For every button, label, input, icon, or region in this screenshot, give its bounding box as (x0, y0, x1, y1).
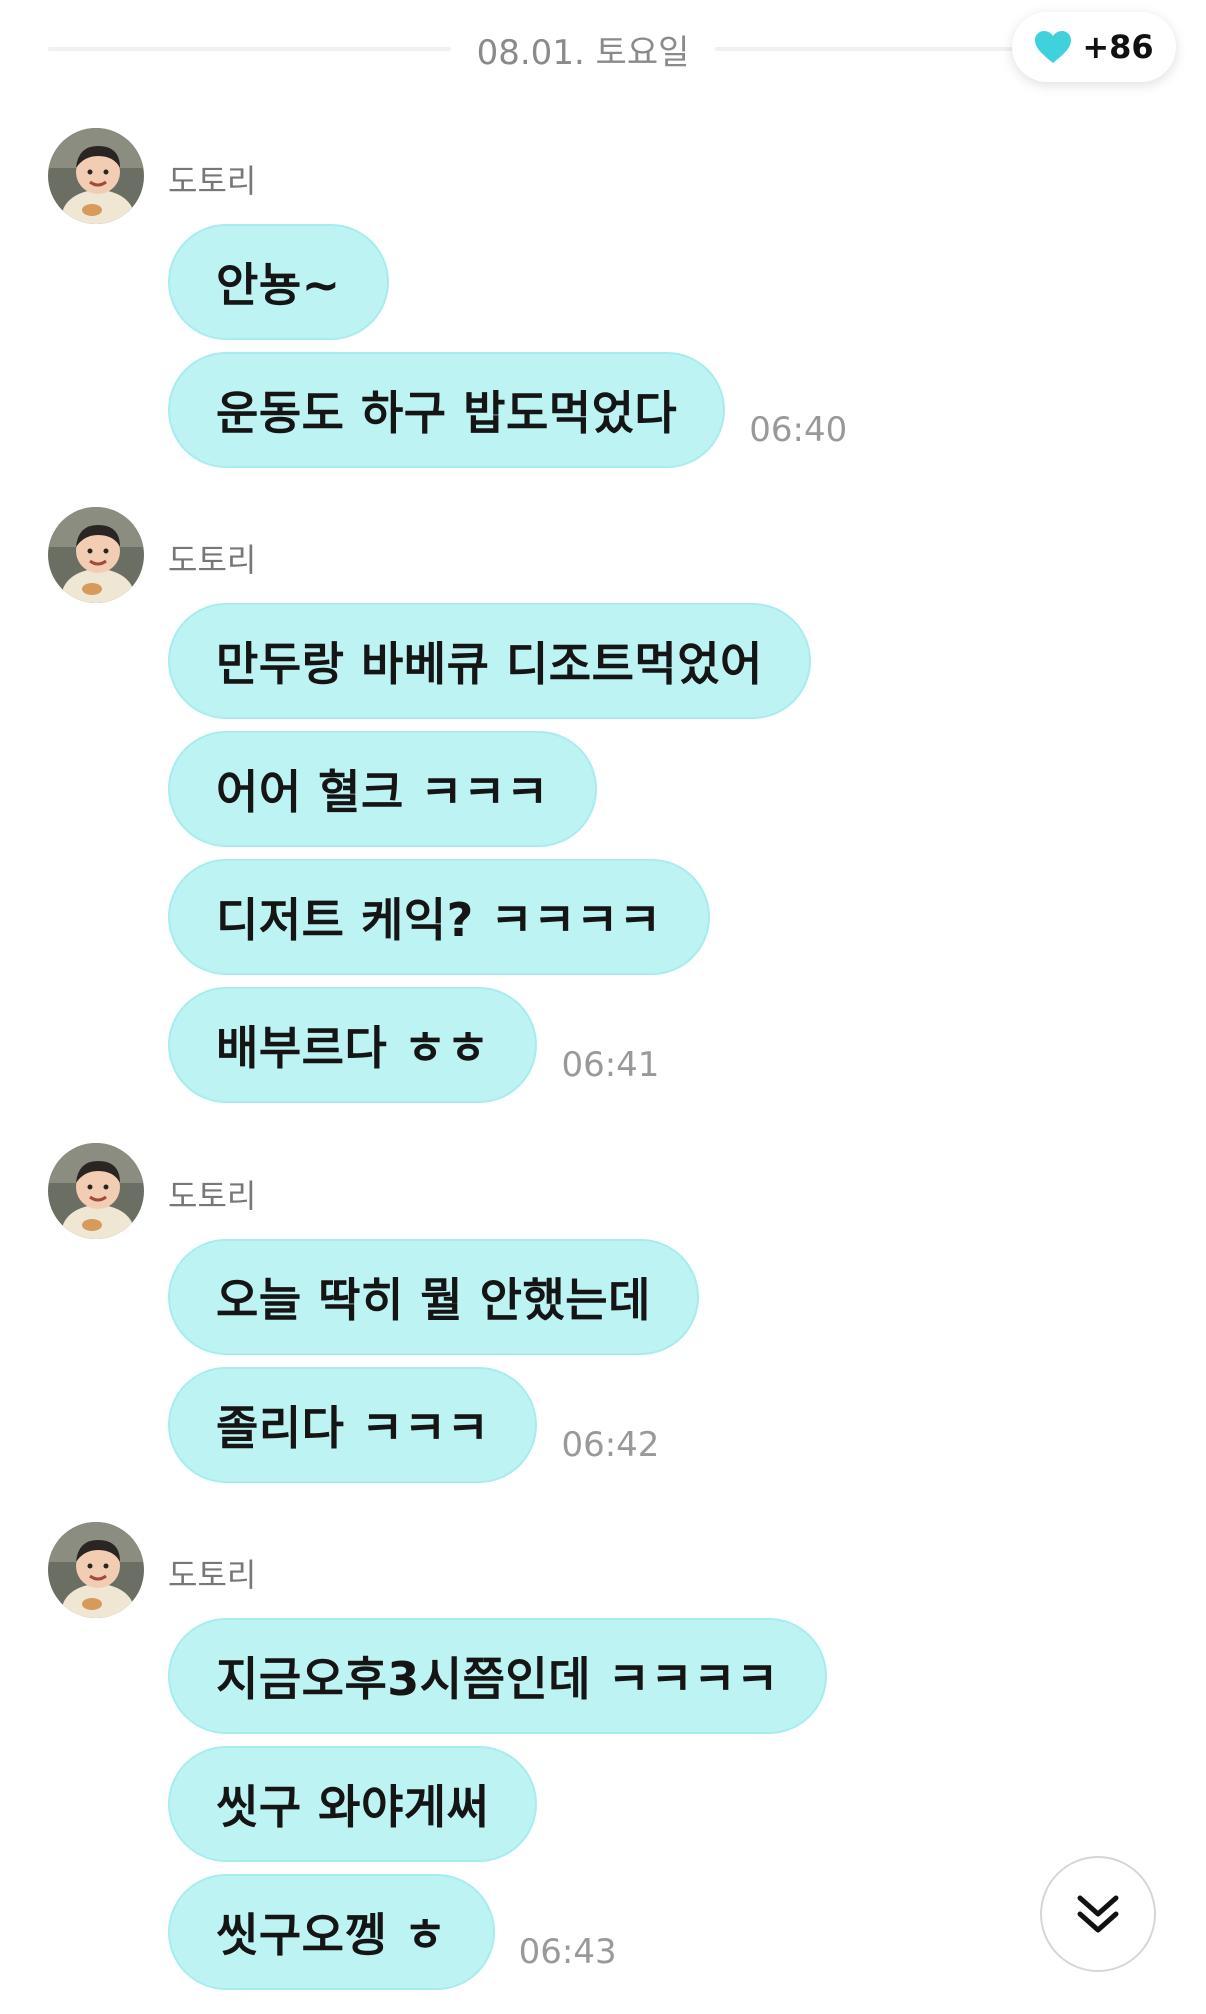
profile-photo (48, 1522, 144, 1618)
message-bubble[interactable]: 디저트 케익? ㅋㅋㅋㅋ (168, 859, 710, 975)
profile-photo (48, 128, 144, 224)
avatar[interactable] (48, 1522, 144, 1618)
message-row: 오늘 딱히 뭘 안했는데 (168, 1239, 699, 1355)
message-row: 안뇽~ (168, 224, 389, 340)
avatar[interactable] (48, 128, 144, 224)
message-bubble[interactable]: 씻구 와야게써 (168, 1746, 538, 1862)
heart-count: +86 (1082, 28, 1154, 66)
message-time: 06:41 (561, 1045, 660, 1085)
message-row: 운동도 하구 밥도먹었다 06:40 (168, 352, 847, 468)
message-bubble[interactable]: 졸리다 ㅋㅋㅋ (168, 1367, 538, 1483)
heart-icon (1035, 31, 1072, 63)
sender-name: 도토리 (168, 541, 257, 579)
message-time: 06:40 (749, 410, 848, 450)
message-bubble[interactable]: 어어 혈크 ㅋㅋㅋ (168, 731, 597, 847)
message-bubble[interactable]: 배부르다 ㅎㅎ (168, 987, 538, 1103)
profile-photo (48, 1143, 144, 1239)
avatar[interactable] (48, 1143, 144, 1239)
message-bubble[interactable]: 안뇽~ (168, 224, 389, 340)
date-divider: 08.01. 토요일 (48, 20, 1158, 78)
message-row: 디저트 케익? ㅋㅋㅋㅋ (168, 859, 710, 975)
message-row: 배부르다 ㅎㅎ 06:41 (168, 987, 659, 1103)
message-bubble[interactable]: 만두랑 바베큐 디조트먹었어 (168, 603, 811, 719)
message-row: 지금오후3시쯤인데 ㅋㅋㅋㅋ (168, 1618, 827, 1734)
message-bubble[interactable]: 오늘 딱히 뭘 안했는데 (168, 1239, 699, 1355)
message-bubble[interactable]: 지금오후3시쯤인데 ㅋㅋㅋㅋ (168, 1618, 827, 1734)
message-row: 만두랑 바베큐 디조트먹었어 (168, 603, 811, 719)
message-row: 씻구오껭 ㅎ 06:43 (168, 1874, 617, 1990)
sender-name: 도토리 (168, 1556, 257, 1594)
scroll-to-bottom-button[interactable] (1040, 1856, 1156, 1972)
message-bubble[interactable]: 씻구오껭 ㅎ (168, 1874, 495, 1990)
message-row: 졸리다 ㅋㅋㅋ 06:42 (168, 1367, 659, 1483)
message-time: 06:43 (518, 1932, 617, 1972)
sender-name: 도토리 (168, 162, 257, 200)
date-label: 08.01. 토요일 (476, 32, 690, 73)
message-bubble[interactable]: 운동도 하구 밥도먹었다 (168, 352, 726, 468)
message-row: 어어 혈크 ㅋㅋㅋ (168, 731, 597, 847)
message-row: 씻구 와야게써 (168, 1746, 538, 1862)
profile-photo (48, 507, 144, 603)
message-time: 06:42 (561, 1425, 660, 1465)
avatar[interactable] (48, 507, 144, 603)
sender-name: 도토리 (168, 1177, 257, 1215)
date-divider-line-left (48, 47, 451, 51)
double-chevron-down-icon (1077, 1895, 1119, 1933)
heart-count-badge[interactable]: +86 (1012, 12, 1176, 82)
